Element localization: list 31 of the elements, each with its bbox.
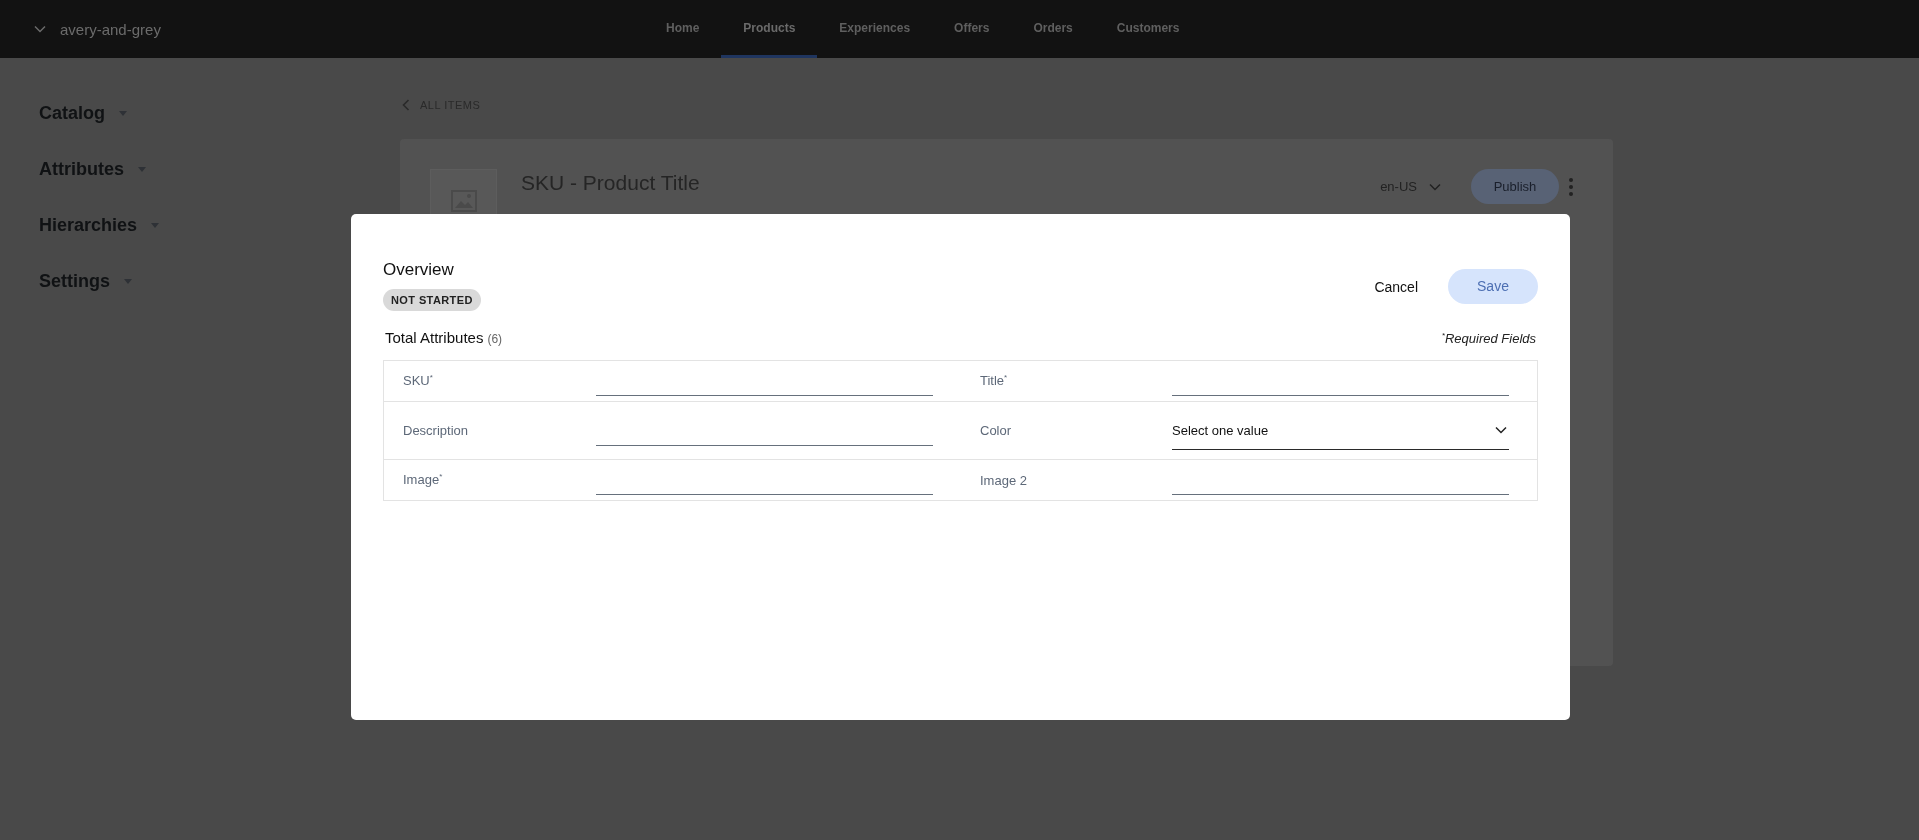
field-label: Image 2: [980, 472, 1028, 488]
chevron-down-icon: [34, 25, 46, 33]
caret-icon: [119, 110, 127, 116]
chevron-left-icon: [402, 99, 410, 111]
field-label: Description: [403, 423, 470, 438]
chevron-down-icon: [1429, 182, 1441, 191]
status-badge: NOT STARTED: [383, 289, 481, 311]
caret-icon: [124, 278, 132, 284]
field-label: Image$^{*}$: [403, 472, 444, 488]
field-label: SKU$^{*}$: [403, 373, 434, 389]
chevron-down-icon: [1495, 426, 1507, 434]
caret-icon: [138, 166, 146, 172]
field-label: Color: [980, 423, 1013, 438]
caret-icon: [151, 222, 160, 228]
nav-tab[interactable]: Products: [721, 0, 818, 58]
cancel-button[interactable]: Cancel: [1374, 278, 1418, 295]
nav-tab[interactable]: Customers: [1094, 0, 1202, 58]
sidebar-item[interactable]: Settings: [39, 267, 132, 295]
nav-tab[interactable]: Home: [644, 0, 722, 58]
select-field[interactable]: Select one value: [1172, 417, 1509, 450]
sidebar-item[interactable]: Hierarchies: [39, 211, 160, 239]
nav-tab[interactable]: Orders: [1011, 0, 1095, 58]
required-note: $^{*}$Required Fields: [1441, 330, 1536, 346]
sidebar-item[interactable]: Catalog: [39, 99, 127, 127]
field-label: Title$^{*}$: [980, 373, 1009, 389]
store-name[interactable]: avery-and-grey: [60, 20, 161, 38]
sidebar-item[interactable]: Attributes: [39, 155, 146, 183]
nav-tab[interactable]: Experiences: [817, 0, 933, 58]
nav-tab[interactable]: Offers: [932, 0, 1012, 58]
modal-title: Overview: [383, 260, 455, 280]
attributes-heading: Total Attributes (6): [385, 329, 503, 346]
